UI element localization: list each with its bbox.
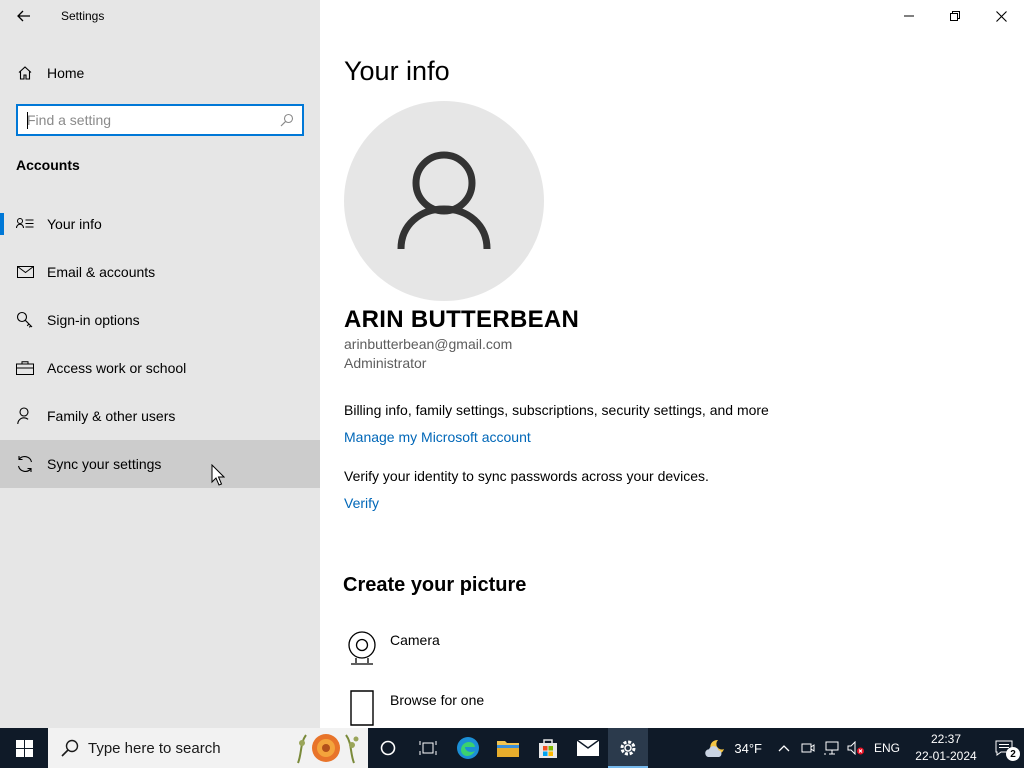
taskbar-search-placeholder: Type here to search [88, 739, 221, 757]
settings-search-box[interactable] [16, 104, 304, 136]
user-name: ARIN BUTTERBEAN [344, 306, 580, 333]
key-icon [15, 310, 35, 330]
start-button[interactable] [0, 728, 48, 768]
create-picture-heading: Create your picture [343, 574, 527, 596]
folder-icon [497, 741, 519, 757]
section-heading: Accounts [16, 157, 80, 173]
sidebar-item-label: Access work or school [47, 360, 187, 376]
back-button[interactable] [0, 0, 48, 32]
sidebar-item-label: Sign-in options [47, 312, 140, 328]
settings-window: Settings Home Accounts Your info [0, 0, 1024, 728]
mail-icon [15, 262, 35, 282]
weather-widget[interactable]: 34°F [704, 737, 762, 759]
sidebar-item-email-accounts[interactable]: Email & accounts [0, 248, 320, 296]
back-arrow-icon [17, 10, 30, 22]
restore-icon [950, 11, 960, 21]
sidebar-item-sign-in-options[interactable]: Sign-in options [0, 296, 320, 344]
home-icon [17, 65, 33, 81]
sync-icon [15, 454, 35, 474]
action-center-button[interactable]: 2 [984, 728, 1024, 768]
windows-logo-icon [15, 739, 33, 757]
taskbar: Type here to search 34°F ENG 22:37 22-01… [0, 728, 1024, 768]
camera-icon [344, 630, 380, 666]
home-label: Home [47, 65, 85, 81]
text-caret [27, 112, 28, 129]
volume-muted-icon [847, 741, 864, 755]
user-email: arinbutterbean@gmail.com [344, 336, 513, 352]
task-view-button[interactable] [408, 728, 448, 768]
search-icon[interactable] [280, 113, 294, 132]
title-bar: Settings [0, 0, 320, 32]
search-icon [61, 739, 79, 757]
avatar [344, 101, 544, 301]
chevron-up-icon [778, 745, 790, 752]
verify-description: Verify your identity to sync passwords a… [344, 468, 709, 484]
mail-app-icon [576, 739, 600, 756]
search-highlight-flowers-icon [297, 734, 359, 764]
window-controls [886, 0, 1024, 32]
microsoft-store-icon [539, 739, 557, 758]
sidebar-item-family-other-users[interactable]: Family & other users [0, 392, 320, 440]
person-add-icon [15, 406, 35, 426]
task-view-icon [419, 741, 437, 755]
briefcase-icon [15, 358, 35, 378]
app-title: Settings [61, 9, 105, 23]
file-explorer-taskbar-button[interactable] [488, 728, 528, 768]
billing-description: Billing info, family settings, subscript… [344, 402, 769, 418]
sidebar-item-label: Your info [47, 216, 102, 232]
sidebar-item-sync-settings[interactable]: Sync your settings [0, 440, 320, 488]
sidebar-item-access-work-school[interactable]: Access work or school [0, 344, 320, 392]
contact-info-icon [15, 214, 35, 234]
browse-file-icon [344, 690, 380, 726]
cortana-icon [380, 740, 396, 756]
default-user-icon [397, 151, 491, 250]
close-icon [995, 10, 1007, 22]
input-language[interactable]: ENG [874, 741, 900, 755]
restore-button[interactable] [932, 0, 978, 32]
mail-taskbar-button[interactable] [568, 728, 608, 768]
network-icon [823, 741, 839, 755]
clock-time: 22:37 [930, 732, 962, 746]
notification-count-badge: 2 [1006, 747, 1020, 761]
cortana-button[interactable] [368, 728, 408, 768]
system-tray: 34°F ENG 22:37 22-01-2024 2 [704, 728, 1024, 768]
sidebar-item-label: Family & other users [47, 408, 176, 424]
meet-now-icon [801, 743, 815, 753]
edge-browser-icon [457, 737, 479, 759]
mouse-cursor-icon [211, 464, 225, 486]
meet-now-button[interactable] [796, 728, 820, 768]
gear-icon [620, 740, 636, 756]
sidebar-item-your-info[interactable]: Your info [0, 200, 320, 248]
sidebar-item-label: Email & accounts [47, 264, 156, 280]
manage-account-link[interactable]: Manage my Microsoft account [344, 429, 531, 445]
minimize-button[interactable] [886, 0, 932, 32]
user-role: Administrator [344, 355, 427, 371]
settings-taskbar-button[interactable] [608, 728, 648, 768]
home-nav-item[interactable]: Home [0, 54, 320, 92]
settings-search-input[interactable] [27, 112, 267, 128]
sidebar: Settings Home Accounts Your info [0, 0, 320, 728]
network-button[interactable] [820, 728, 844, 768]
weather-temperature: 34°F [734, 740, 762, 756]
page-title: Your info [344, 56, 450, 86]
browse-label: Browse for one [390, 692, 485, 708]
sidebar-item-label: Sync your settings [47, 456, 162, 472]
store-taskbar-button[interactable] [528, 728, 568, 768]
volume-button[interactable] [844, 728, 868, 768]
minimize-icon [904, 15, 914, 17]
camera-label: Camera [390, 632, 440, 648]
clock[interactable]: 22:37 22-01-2024 [908, 731, 984, 765]
verify-link[interactable]: Verify [344, 495, 379, 511]
clock-date: 22-01-2024 [915, 749, 977, 763]
partly-cloudy-night-icon [705, 739, 725, 757]
camera-option[interactable]: Camera [344, 630, 644, 674]
show-hidden-icons-button[interactable] [772, 728, 796, 768]
taskbar-search-box[interactable]: Type here to search [48, 728, 368, 768]
main-content: Your info ARIN BUTTERBEAN arinbutterbean… [320, 0, 1024, 728]
edge-taskbar-button[interactable] [448, 728, 488, 768]
close-button[interactable] [978, 0, 1024, 32]
accounts-nav: Your info Email & accounts Sign-in optio… [0, 200, 320, 488]
